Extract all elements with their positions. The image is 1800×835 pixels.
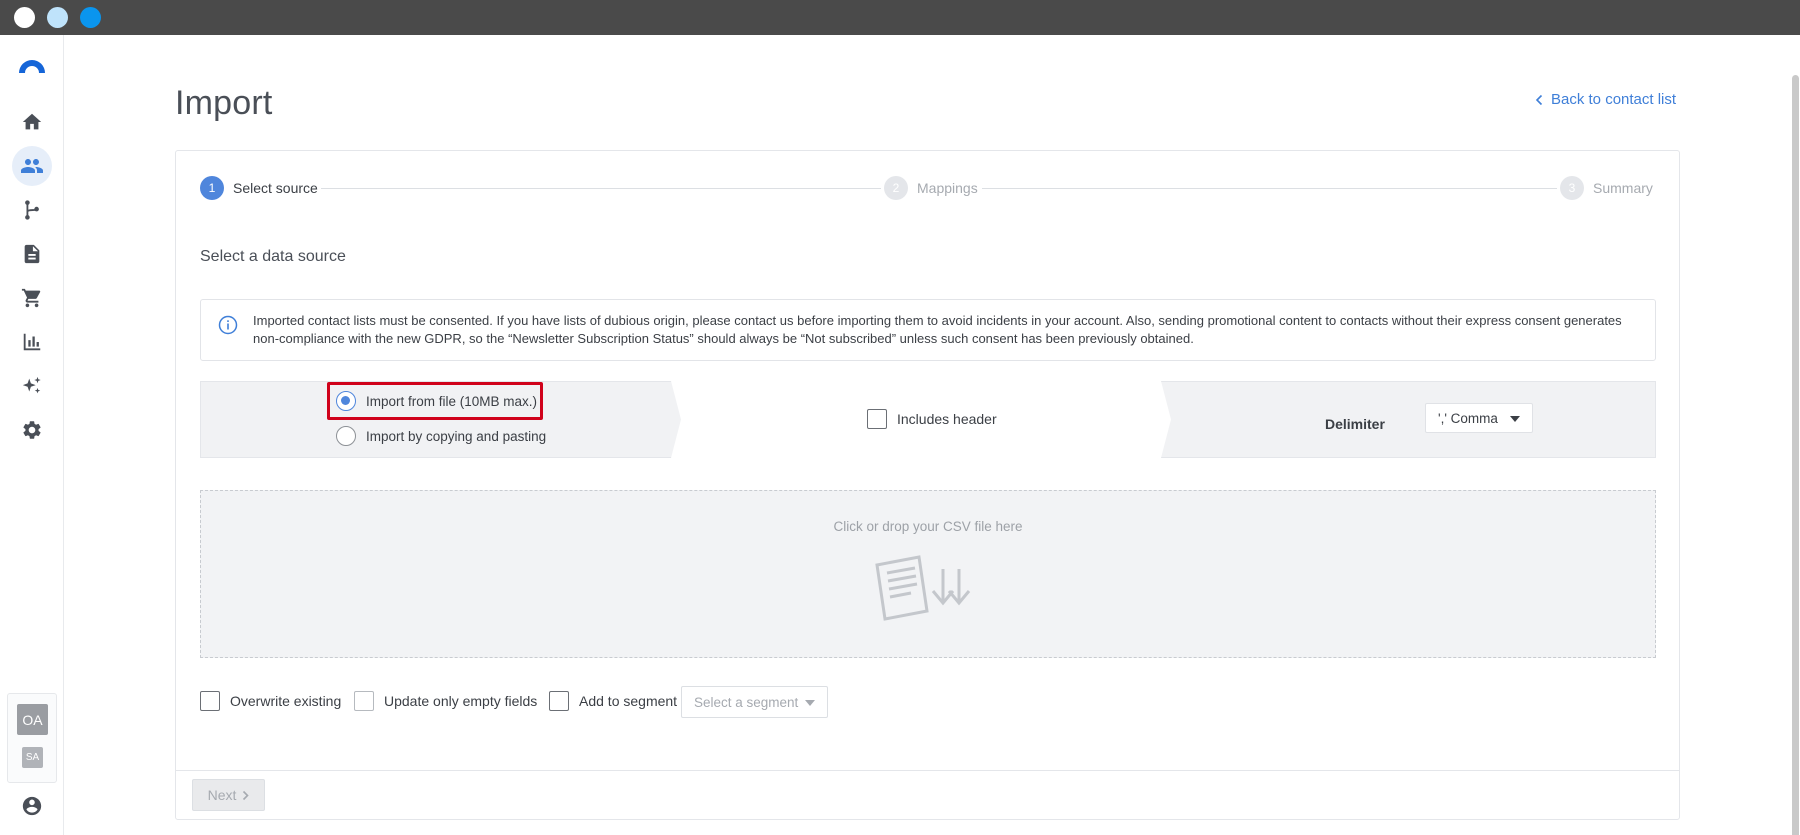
step-connector: [982, 188, 1557, 189]
next-button[interactable]: Next: [192, 779, 265, 811]
window-close-button[interactable]: [14, 7, 35, 28]
notice-text: Imported contact lists must be consented…: [253, 313, 1622, 346]
reports-icon[interactable]: [20, 330, 44, 354]
account-switcher: OA SA: [7, 693, 57, 783]
step-number: 2: [884, 176, 908, 200]
document-icon[interactable]: [20, 242, 44, 266]
radio-import-from-file[interactable]: Import from file (10MB max.): [336, 391, 537, 411]
checkbox-label: Add to segment: [579, 693, 678, 709]
radio-button[interactable]: [336, 391, 356, 411]
brand-logo[interactable]: [16, 55, 48, 75]
chevron-right-icon: [243, 790, 250, 800]
dropzone-text: Click or drop your CSV file here: [833, 519, 1023, 534]
info-icon: [218, 315, 238, 335]
next-label: Next: [207, 787, 237, 803]
back-to-contact-list-link[interactable]: Back to contact list: [1535, 91, 1676, 108]
csv-dropzone[interactable]: Click or drop your CSV file here: [200, 490, 1656, 658]
checkbox[interactable]: [200, 691, 220, 711]
caret-down-icon: [805, 700, 815, 706]
footer-divider: [176, 770, 1679, 771]
page-title: Import: [175, 84, 273, 122]
avatar-secondary-account[interactable]: SA: [22, 747, 43, 768]
scrollbar-thumb[interactable]: [1792, 75, 1799, 835]
checkbox[interactable]: [354, 691, 374, 711]
delimiter-select[interactable]: ',' Comma: [1425, 403, 1533, 433]
section-title: Select a data source: [200, 248, 346, 265]
window-minimize-button[interactable]: [47, 7, 68, 28]
step-label: Select source: [233, 180, 318, 196]
sparkle-icon[interactable]: [20, 374, 44, 398]
contacts-icon[interactable]: [12, 146, 52, 186]
cart-icon[interactable]: [20, 286, 44, 310]
checkbox-label: Update only empty fields: [384, 693, 538, 709]
home-icon[interactable]: [20, 110, 44, 134]
add-to-segment-checkbox[interactable]: Add to segment: [549, 691, 677, 711]
step-summary: 3 Summary: [1560, 176, 1653, 200]
avatar-primary-account[interactable]: OA: [17, 704, 48, 735]
segment-select[interactable]: Select a segment: [681, 686, 828, 718]
file-drop-icon: [875, 555, 971, 621]
sidebar: OA SA: [0, 35, 64, 835]
checkbox[interactable]: [549, 691, 569, 711]
step-label: Summary: [1593, 180, 1653, 196]
window-titlebar: [0, 0, 1800, 35]
step-number: 1: [200, 176, 224, 200]
import-card: 1 Select source 2 Mappings 3 Summary Sel…: [175, 150, 1680, 820]
window-maximize-button[interactable]: [80, 7, 101, 28]
gear-icon[interactable]: [20, 418, 44, 442]
delimiter-value: ',' Comma: [1438, 410, 1498, 426]
radio-button[interactable]: [336, 426, 356, 446]
automation-icon[interactable]: [20, 198, 44, 222]
checkbox[interactable]: [867, 409, 887, 429]
step-connector: [321, 188, 881, 189]
step-mappings: 2 Mappings: [884, 176, 978, 200]
caret-down-icon: [1510, 416, 1520, 422]
chevron-left-icon: [1535, 94, 1543, 105]
segment-placeholder: Select a segment: [694, 694, 799, 710]
radio-import-by-pasting[interactable]: Import by copying and pasting: [336, 426, 546, 446]
update-empty-fields-checkbox[interactable]: Update only empty fields: [354, 691, 537, 711]
includes-header-checkbox[interactable]: Includes header: [867, 409, 997, 429]
step-number: 3: [1560, 176, 1584, 200]
checkbox-label: Overwrite existing: [230, 693, 342, 709]
back-link-label: Back to contact list: [1551, 91, 1677, 108]
page-scrollbar[interactable]: [1790, 35, 1800, 835]
delimiter-label: Delimiter: [1325, 416, 1385, 432]
radio-label: Import by copying and pasting: [366, 428, 547, 444]
radio-label: Import from file (10MB max.): [366, 393, 538, 409]
overwrite-existing-checkbox[interactable]: Overwrite existing: [200, 691, 341, 711]
checkbox-label: Includes header: [897, 411, 997, 427]
user-icon[interactable]: [20, 794, 44, 818]
step-select-source: 1 Select source: [200, 176, 318, 200]
step-label: Mappings: [917, 180, 978, 196]
import-options-band: Import from file (10MB max.) Import by c…: [200, 381, 1656, 458]
consent-notice: Imported contact lists must be consented…: [200, 299, 1656, 361]
